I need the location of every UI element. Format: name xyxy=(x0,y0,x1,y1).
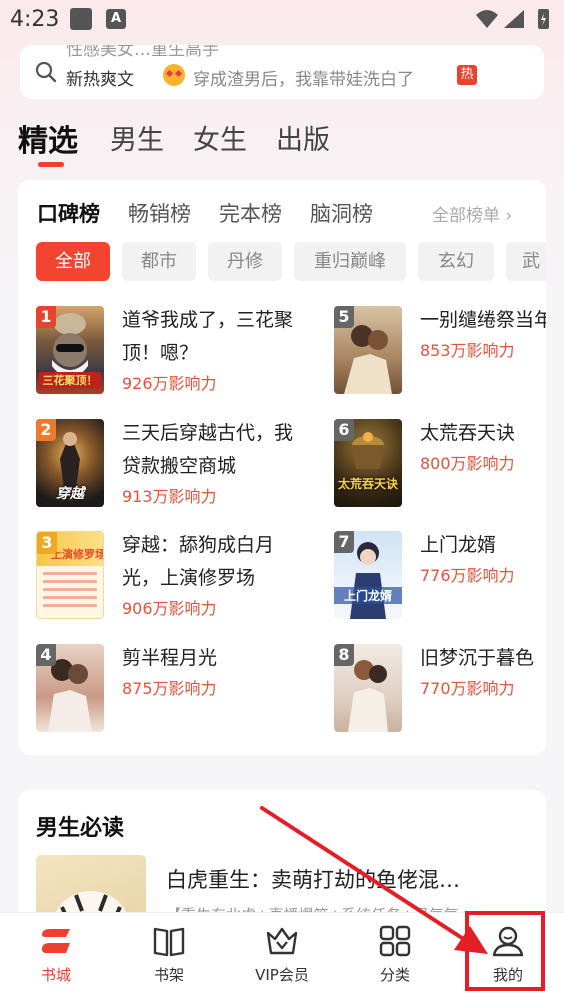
book-title: 太荒吞天诀 xyxy=(420,422,516,444)
category-grid-icon xyxy=(379,925,411,957)
book-influence: 853万影响力 xyxy=(420,341,515,360)
book-item[interactable]: 6 太荒吞天诀 太荒吞天诀 800万影响力 xyxy=(334,419,546,511)
bookshelf-icon xyxy=(153,927,185,957)
book-influence: 770万影响力 xyxy=(420,679,515,698)
book-title: 上门龙婿 xyxy=(420,534,497,556)
book-influence: 800万影响力 xyxy=(420,454,515,473)
book-title: 剪半程月光 xyxy=(122,647,218,669)
tab-male[interactable]: 男生 xyxy=(110,118,164,157)
book-influence: 776万影响力 xyxy=(420,566,515,585)
search-prefix: 新热爽文 xyxy=(66,70,134,90)
bookstore-icon xyxy=(42,929,70,953)
rank-tab-reputation[interactable]: 口碑榜 xyxy=(37,198,100,228)
book-title: 一别缱绻祭当年 xyxy=(420,309,546,331)
book-item[interactable]: 4 剪半程月光 875万影响力 xyxy=(36,644,296,736)
book-item[interactable]: 1 三花聚顶！ 道爷我成了，三花聚顶！嗯？ 926万影响力 xyxy=(36,306,296,398)
rank-tab-brainstorm[interactable]: 脑洞榜 xyxy=(310,198,373,228)
nav-label: 书架 xyxy=(153,966,184,984)
book-title[interactable]: 白虎重生：卖萌打劫的鱼佬混… xyxy=(166,864,460,894)
book-title: 旧梦沉于暮色 xyxy=(420,647,535,669)
book-influence: 913万影响力 xyxy=(122,487,217,506)
book-cover: 8 xyxy=(334,644,402,732)
cover-title: 三花聚顶！ xyxy=(39,372,101,388)
book-title: 道爷我成了，三花聚顶！嗯？ xyxy=(122,309,294,364)
book-influence: 875万影响力 xyxy=(122,679,217,698)
book-item[interactable]: 上演修罗场 3 穿越：舔狗成白月光，上演修罗场 906万影响力 xyxy=(36,531,296,623)
chip-alchemy[interactable]: 丹修 xyxy=(208,242,282,281)
rank-number: 8 xyxy=(334,644,354,666)
status-time: 4:23 xyxy=(10,7,60,32)
annotation-highlight-box xyxy=(465,911,545,991)
book-cover: 4 xyxy=(36,644,104,732)
book-cover: 6 太荒吞天诀 xyxy=(334,419,402,507)
nav-bookshelf[interactable]: 书架 xyxy=(113,913,225,1002)
chip-urban[interactable]: 都市 xyxy=(122,242,196,281)
nav-label: 分类 xyxy=(379,966,410,984)
book-title: 穿越：舔狗成白月光，上演修罗场 xyxy=(122,534,275,589)
nav-label: 书城 xyxy=(40,966,71,984)
rank-number: 5 xyxy=(334,306,354,328)
book-cover: 上演修罗场 3 xyxy=(36,531,104,619)
search-previous-suggestion: 性感美女…重生高手 xyxy=(66,45,219,60)
notification-icon xyxy=(70,8,92,30)
search-suggestion: 穿成渣男后，我靠带娃洗白了 xyxy=(193,70,414,90)
book-influence: 906万影响力 xyxy=(122,599,217,618)
cover-title: 太荒吞天诀 xyxy=(337,477,398,491)
book-title: 三天后穿越古代，我贷款搬空商城 xyxy=(122,422,294,477)
ranking-card: 口碑榜 畅销榜 完本榜 脑洞榜 全部榜单 › 全部 都市 丹修 重归巅峰 玄幻 … xyxy=(18,180,546,755)
rank-number: 1 xyxy=(36,306,56,328)
chip-fantasy[interactable]: 玄幻 xyxy=(418,242,494,281)
rank-number: 7 xyxy=(334,531,354,553)
rank-number: 2 xyxy=(36,419,56,441)
search-icon xyxy=(35,61,57,83)
book-cover: 1 三花聚顶！ xyxy=(36,306,104,394)
tab-publishing[interactable]: 出版 xyxy=(276,118,330,157)
nav-category[interactable]: 分类 xyxy=(339,913,451,1002)
section-title: 男生必读 xyxy=(36,816,125,841)
book-item[interactable]: 5 一别缱绻祭当年 853万影响力 xyxy=(334,306,546,398)
nav-label: VIP会员 xyxy=(255,966,309,984)
rank-number: 6 xyxy=(334,419,354,441)
nav-vip[interactable]: VIP会员 xyxy=(226,913,338,1002)
chip-all[interactable]: 全部 xyxy=(36,242,110,281)
tab-featured[interactable]: 精选 xyxy=(18,116,78,160)
rank-tab-completed[interactable]: 完本榜 xyxy=(219,198,282,228)
book-item[interactable]: 2 穿越 三天后穿越古代，我贷款搬空商城 913万影响力 xyxy=(36,419,296,511)
tab-female[interactable]: 女生 xyxy=(193,118,247,157)
all-ranks-link[interactable]: 全部榜单 › xyxy=(432,201,512,226)
search-bar[interactable]: 性感美女…重生高手 新热爽文 穿成渣男后，我靠带娃洗白了 热 xyxy=(20,45,544,99)
book-influence: 926万影响力 xyxy=(122,374,217,393)
cover-title: 穿越 xyxy=(56,486,84,502)
book-cover: 7 上门龙婿 xyxy=(334,531,402,619)
book-item[interactable]: 8 旧梦沉于暮色 770万影响力 xyxy=(334,644,546,736)
rank-number: 3 xyxy=(37,532,57,554)
book-cover: 5 xyxy=(334,306,402,394)
cover-title: 上门龙婿 xyxy=(334,587,402,604)
status-bar: 4:23 A xyxy=(0,0,564,38)
active-tab-indicator xyxy=(38,162,64,167)
book-cover: 2 穿越 xyxy=(36,419,104,507)
book-item[interactable]: 7 上门龙婿 上门龙婿 776万影响力 xyxy=(334,531,546,623)
nav-bookstore[interactable]: 书城 xyxy=(0,913,112,1002)
system-status-icons xyxy=(476,9,549,29)
rank-tab-bestseller[interactable]: 畅销榜 xyxy=(128,198,191,228)
star-eyes-emoji-icon xyxy=(163,64,185,86)
rank-number: 4 xyxy=(36,644,56,666)
chip-martial[interactable]: 武 xyxy=(506,242,546,281)
vip-crown-icon xyxy=(266,927,298,955)
app-notification-icon: A xyxy=(106,9,126,29)
hot-badge: 热 xyxy=(457,65,477,85)
chip-return-peak[interactable]: 重归巅峰 xyxy=(294,242,406,281)
